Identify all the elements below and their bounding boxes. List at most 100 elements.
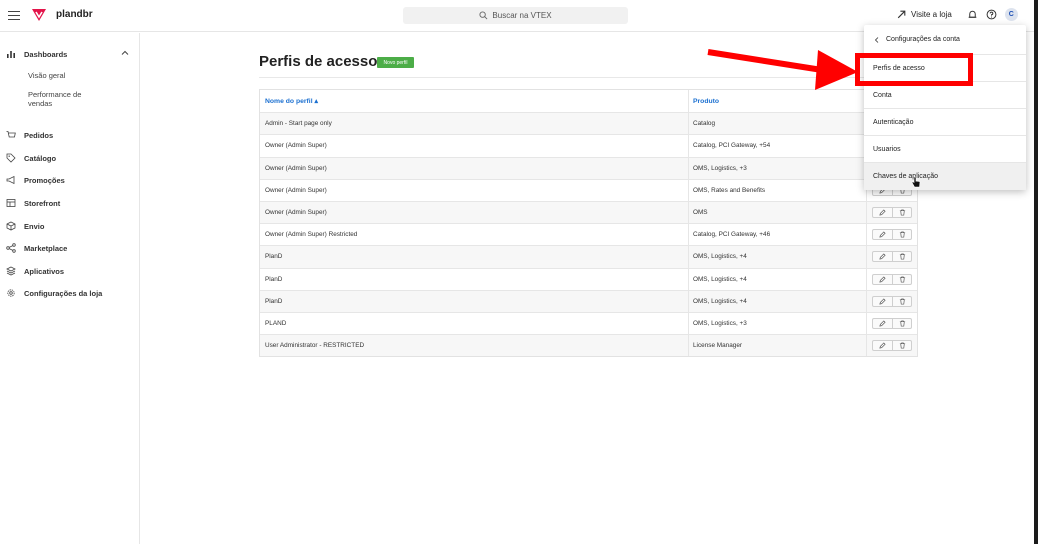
layout-icon: [6, 199, 16, 207]
share-nodes-icon: [6, 243, 16, 253]
vtex-logo-icon[interactable]: [31, 8, 47, 22]
page-title: Perfis de acesso: [259, 53, 378, 70]
table-row[interactable]: PlanD OMS, Logistics, +4: [260, 267, 917, 290]
avatar[interactable]: C: [1004, 8, 1018, 21]
window-edge: [1034, 0, 1038, 544]
menu-item-authentication[interactable]: Autenticação: [864, 109, 1026, 136]
sidebar-item-label: Storefront: [24, 198, 61, 208]
profiles-table: Nome do perfil ▴ Produto Admin - Start p…: [259, 89, 918, 358]
delete-button[interactable]: [892, 296, 911, 306]
profile-name-cell: PlanD: [260, 290, 689, 312]
top-actions: Visite a loja C: [896, 8, 1018, 21]
table-row[interactable]: Owner (Admin Super) Catalog, PCI Gateway,…: [260, 134, 917, 157]
table-row[interactable]: Admin - Start page only Catalog: [260, 112, 917, 135]
trash-icon: [899, 253, 905, 260]
account-name: plandbr: [56, 9, 93, 20]
bell-icon[interactable]: [967, 9, 978, 20]
sidebar-item-shipping[interactable]: Envio: [6, 221, 44, 231]
annotation-arrow: [707, 49, 858, 90]
profile-name-cell: Owner (Admin Super) Restricted: [260, 224, 689, 246]
account-settings-dropdown: Configurações da conta Perfis de acesso …: [864, 25, 1026, 190]
edit-button[interactable]: [873, 341, 892, 350]
menu-icon[interactable]: [8, 8, 20, 22]
menu-item-account[interactable]: Conta: [864, 82, 1026, 109]
sidebar-item-label: Aplicativos: [24, 266, 65, 276]
edit-button[interactable]: [873, 275, 892, 284]
chevron-left-icon: [874, 36, 879, 43]
product-cell: OMS, Logistics, +4: [689, 290, 867, 312]
table-row[interactable]: PlanD OMS, Logistics, +4: [260, 245, 917, 268]
sidebar-sub-overview[interactable]: Visão geral: [28, 71, 65, 80]
help-icon[interactable]: [986, 9, 997, 20]
menu-item-app-keys[interactable]: Chaves de aplicação: [864, 163, 1026, 190]
dashboard-icon: [7, 51, 15, 58]
product-cell: OMS, Logistics, +3: [689, 312, 867, 335]
profile-name-cell: Admin - Start page only: [260, 113, 689, 135]
product-cell: Catalog: [689, 113, 867, 135]
gear-icon: [7, 289, 15, 297]
edit-button[interactable]: [873, 208, 892, 217]
table-row[interactable]: Owner (Admin Super) OMS, Rates and Benefi…: [260, 178, 917, 201]
product-cell: Catalog, PCI Gateway, +46: [689, 224, 867, 246]
sidebar-item-store-settings[interactable]: Configurações da loja: [6, 288, 102, 298]
edit-button[interactable]: [873, 297, 892, 306]
sidebar-item-dashboards[interactable]: Dashboards: [6, 49, 67, 59]
edit-button[interactable]: [873, 230, 892, 239]
sidebar-sub-sales-performance[interactable]: Performance de vendas: [28, 90, 100, 108]
product-cell: OMS: [689, 201, 867, 224]
row-actions: [872, 229, 912, 241]
table-row[interactable]: User Administrator - RESTRICTED License M…: [260, 334, 917, 357]
delete-button[interactable]: [892, 341, 911, 351]
hand-cursor-icon: [911, 176, 921, 188]
search-bar[interactable]: Buscar na VTEX: [403, 7, 628, 24]
sidebar-item-apps[interactable]: Aplicativos: [6, 266, 64, 276]
new-profile-button[interactable]: Novo perfil: [377, 57, 414, 68]
sidebar-item-catalog[interactable]: Catálogo: [6, 153, 56, 163]
sidebar-item-label: Pedidos: [24, 130, 54, 140]
delete-button[interactable]: [892, 318, 911, 328]
edit-icon: [879, 209, 886, 216]
search-icon: [479, 11, 488, 20]
table-row[interactable]: PLAND OMS, Logistics, +3: [260, 311, 917, 335]
sidebar: Dashboards Visão geral Performance de ve…: [0, 33, 140, 544]
delete-button[interactable]: [892, 274, 911, 284]
tag-icon: [6, 153, 16, 163]
row-actions: [872, 273, 912, 285]
profile-name-cell: Owner (Admin Super): [260, 201, 689, 224]
dropdown-header[interactable]: Configurações da conta: [864, 25, 1026, 55]
visit-store-link[interactable]: Visite a loja: [896, 9, 952, 20]
table-row[interactable]: Owner (Admin Super) OMS: [260, 200, 917, 224]
product-cell: OMS, Logistics, +3: [689, 157, 867, 179]
column-header-profile-name[interactable]: Nome do perfil ▴: [260, 90, 689, 113]
cart-icon: [6, 131, 16, 138]
product-cell: OMS, Logistics, +4: [689, 246, 867, 268]
sidebar-item-marketplace[interactable]: Marketplace: [6, 243, 67, 253]
trash-icon: [899, 231, 905, 238]
delete-button[interactable]: [892, 230, 911, 240]
sidebar-item-orders[interactable]: Pedidos: [6, 130, 53, 140]
highlight-box: [855, 53, 973, 86]
sidebar-item-label: Promoções: [24, 175, 65, 185]
search-placeholder: Buscar na VTEX: [492, 11, 552, 20]
edit-button[interactable]: [873, 319, 892, 328]
sidebar-item-storefront[interactable]: Storefront: [6, 198, 60, 208]
layers-icon: [6, 266, 16, 276]
chevron-up-icon[interactable]: [121, 49, 129, 57]
sidebar-item-promotions[interactable]: Promoções: [6, 175, 65, 185]
table-row[interactable]: PlanD OMS, Logistics, +4: [260, 289, 917, 312]
edit-button[interactable]: [873, 252, 892, 261]
sidebar-item-label: Catálogo: [24, 153, 57, 163]
table-row[interactable]: Owner (Admin Super) OMS, Logistics, +3: [260, 156, 917, 179]
delete-button[interactable]: [892, 252, 911, 262]
delete-button[interactable]: [892, 208, 911, 218]
edit-icon: [879, 276, 886, 283]
edit-icon: [879, 320, 886, 327]
edit-icon: [879, 298, 886, 305]
box-icon: [6, 221, 16, 231]
sidebar-item-label: Envio: [24, 221, 45, 231]
table-row[interactable]: Owner (Admin Super) Restricted Catalog, P…: [260, 223, 917, 246]
row-actions: [872, 207, 912, 219]
menu-item-users[interactable]: Usuarios: [864, 136, 1026, 163]
actions-cell: [867, 202, 917, 223]
trash-icon: [899, 276, 905, 283]
